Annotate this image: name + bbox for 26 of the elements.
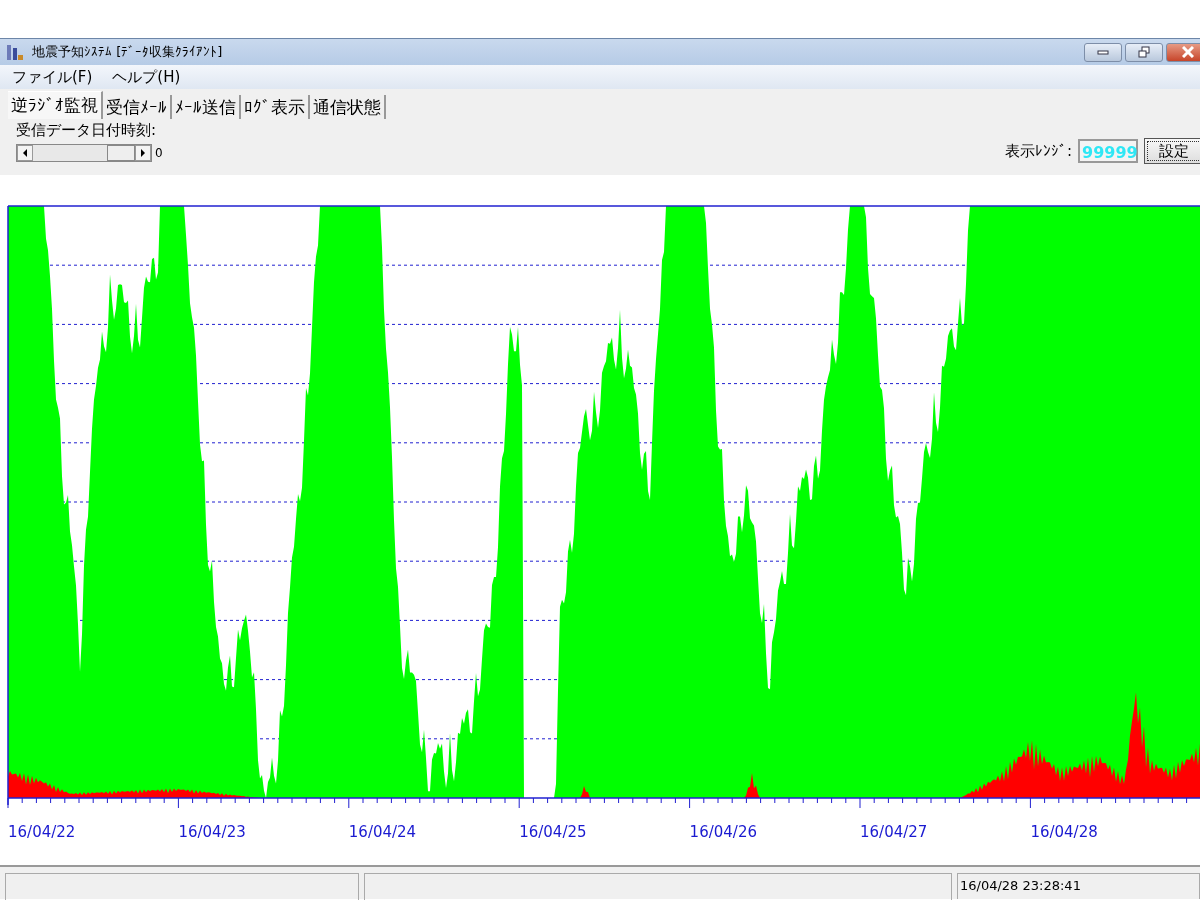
menu-item[interactable]: ファイル(F) <box>6 67 99 87</box>
minimize-button[interactable] <box>1084 42 1122 62</box>
scroll-reading: 0 <box>155 146 163 160</box>
date-label: 16/04/28 <box>1030 823 1098 841</box>
close-icon <box>1182 46 1194 58</box>
close-button[interactable] <box>1166 42 1200 62</box>
date-label: 16/04/25 <box>519 823 587 841</box>
date-label: 16/04/27 <box>860 823 928 841</box>
date-time-label: 受信データ日付時刻: <box>16 121 158 140</box>
status-time: 16/04/28 23:28:41 <box>957 873 1200 899</box>
app-icon <box>6 43 24 61</box>
scroll-bar[interactable] <box>16 144 152 162</box>
restore-button[interactable] <box>1125 42 1163 62</box>
date-label: 16/04/26 <box>689 823 757 841</box>
range-label: 表示ﾚﾝｼﾞ: <box>1004 141 1072 161</box>
restore-icon <box>1138 46 1150 58</box>
date-label: 16/04/22 <box>8 823 76 841</box>
menu-item[interactable]: ヘルプ(H) <box>106 67 187 87</box>
minimize-icon <box>1097 49 1109 55</box>
tab[interactable]: 逆ﾗｼﾞｵ監視 <box>8 91 103 119</box>
date-label: 16/04/24 <box>348 823 417 841</box>
set-button[interactable]: 設定 <box>1144 138 1200 164</box>
date-label: 16/04/23 <box>178 823 246 841</box>
right-arrow-icon <box>140 149 146 157</box>
window-title: 地震予知ｼｽﾃﾑ [ﾃﾞｰﾀ収集ｸﾗｲｱﾝﾄ] <box>32 43 224 61</box>
left-arrow-icon <box>22 149 28 157</box>
